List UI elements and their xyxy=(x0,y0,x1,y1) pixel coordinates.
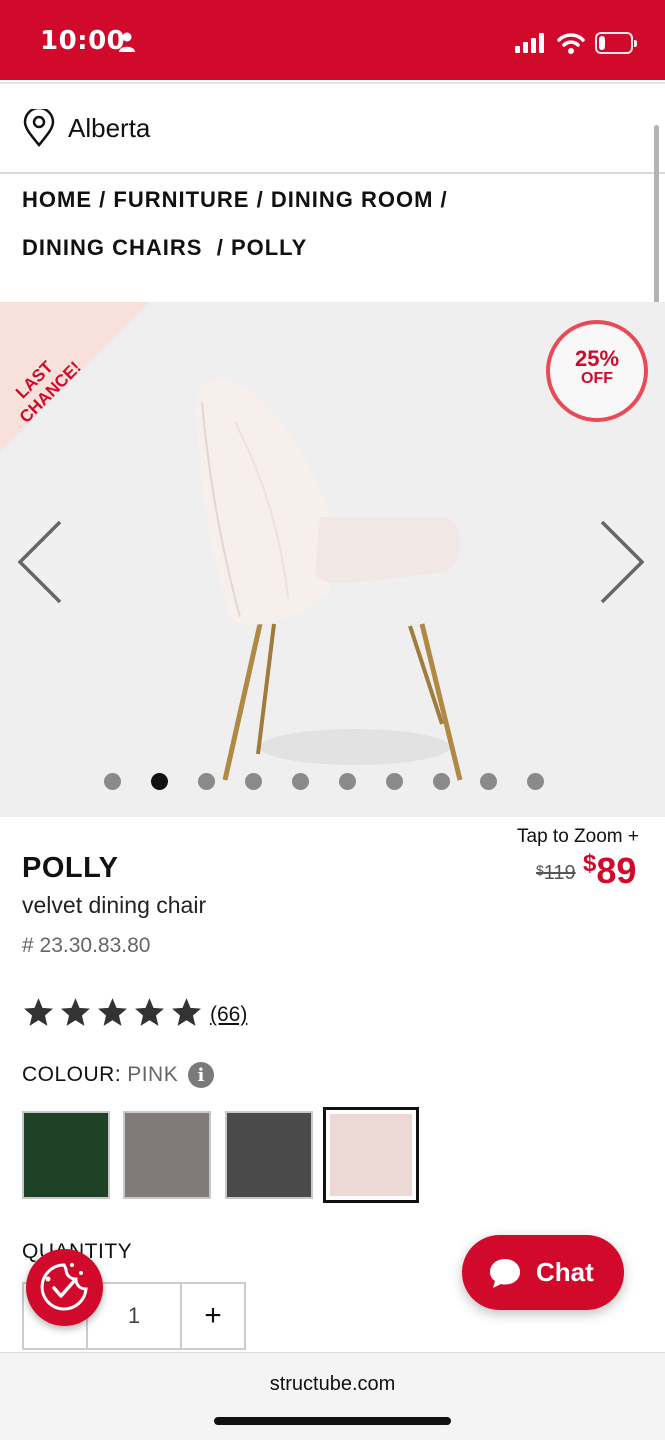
breadcrumb-dining-room[interactable]: DINING ROOM xyxy=(271,187,434,212)
star-icon xyxy=(24,998,53,1026)
person-icon xyxy=(119,32,135,52)
battery-level: 21 xyxy=(603,34,625,52)
cookie-icon xyxy=(40,1263,88,1311)
product-subtitle: velvet dining chair xyxy=(22,892,207,918)
carousel-dot[interactable] xyxy=(527,773,544,790)
breadcrumb-separator: / xyxy=(440,187,448,212)
breadcrumb-dining-chairs[interactable]: DINING CHAIRS xyxy=(22,235,202,260)
discount-percent: 25% xyxy=(574,346,620,371)
star-icon xyxy=(61,998,90,1026)
carousel-dot[interactable] xyxy=(198,773,215,790)
location-selector[interactable]: Alberta xyxy=(0,82,665,174)
wifi-icon xyxy=(557,33,585,54)
url-field[interactable]: structube.com xyxy=(0,1373,665,1396)
breadcrumb-furniture[interactable]: FURNITURE xyxy=(113,187,249,212)
swatch-charcoal[interactable] xyxy=(225,1111,313,1199)
battery-icon: 21 xyxy=(595,32,637,54)
swatch-pink[interactable] xyxy=(323,1107,419,1203)
colour-label: COLOUR: xyxy=(22,1063,122,1086)
carousel-dot[interactable] xyxy=(480,773,497,790)
carousel-dot[interactable] xyxy=(433,773,450,790)
chevron-right-icon[interactable] xyxy=(598,520,648,604)
star-icon xyxy=(98,998,127,1026)
breadcrumb-home[interactable]: HOME xyxy=(22,187,92,212)
info-icon[interactable]: i xyxy=(188,1062,215,1088)
price-original: $119 xyxy=(536,862,576,884)
breadcrumb-separator: / xyxy=(256,187,264,212)
product-name: POLLY xyxy=(22,852,119,884)
cookie-settings-button[interactable] xyxy=(26,1249,103,1326)
chevron-left-icon[interactable] xyxy=(14,520,64,604)
breadcrumb: HOME / FURNITURE / DINING ROOM / DINING … xyxy=(22,176,622,272)
carousel-dot[interactable] xyxy=(104,773,121,790)
chat-button[interactable]: Chat xyxy=(462,1235,624,1310)
swatch-grey[interactable] xyxy=(123,1111,211,1199)
browser-bar: structube.com xyxy=(0,1352,665,1440)
location-label: Alberta xyxy=(68,112,151,143)
carousel-dot[interactable] xyxy=(245,773,262,790)
breadcrumb-separator: / xyxy=(99,187,107,212)
product-sku: # 23.30.83.80 xyxy=(22,934,151,957)
discount-off-label: OFF xyxy=(581,370,613,387)
carousel-dot[interactable] xyxy=(151,773,168,790)
home-indicator[interactable] xyxy=(214,1417,451,1425)
rating-stars[interactable] xyxy=(22,996,203,1029)
carousel-dots xyxy=(104,773,544,790)
carousel-dot[interactable] xyxy=(292,773,309,790)
location-pin-icon xyxy=(23,109,55,147)
price-sale: $89 xyxy=(583,850,637,891)
breadcrumb-current: POLLY xyxy=(230,235,308,260)
product-image-carousel[interactable]: LAST CHANCE! 25% OFF xyxy=(0,302,665,817)
review-count-link[interactable]: (66) xyxy=(210,1003,247,1027)
product-image xyxy=(196,379,463,781)
chat-bubble-icon xyxy=(490,1258,520,1288)
carousel-dot[interactable] xyxy=(339,773,356,790)
carousel-dot[interactable] xyxy=(386,773,403,790)
quantity-increase-button[interactable]: + xyxy=(182,1284,244,1348)
status-bar: 10:00 21 xyxy=(0,0,665,80)
chat-label: Chat xyxy=(536,1257,594,1287)
breadcrumb-separator: / xyxy=(216,235,224,260)
status-time: 10:00 xyxy=(40,26,126,56)
tap-to-zoom[interactable]: Tap to Zoom + xyxy=(517,826,639,848)
colour-value: PINK xyxy=(127,1063,179,1086)
discount-badge: 25% OFF xyxy=(546,320,648,422)
last-chance-badge: LAST CHANCE! xyxy=(0,302,150,452)
star-icon xyxy=(172,998,201,1026)
signal-icon xyxy=(515,33,544,53)
colour-row: COLOUR: PINK i xyxy=(22,1062,215,1088)
swatch-green[interactable] xyxy=(22,1111,110,1199)
star-icon xyxy=(135,998,164,1026)
